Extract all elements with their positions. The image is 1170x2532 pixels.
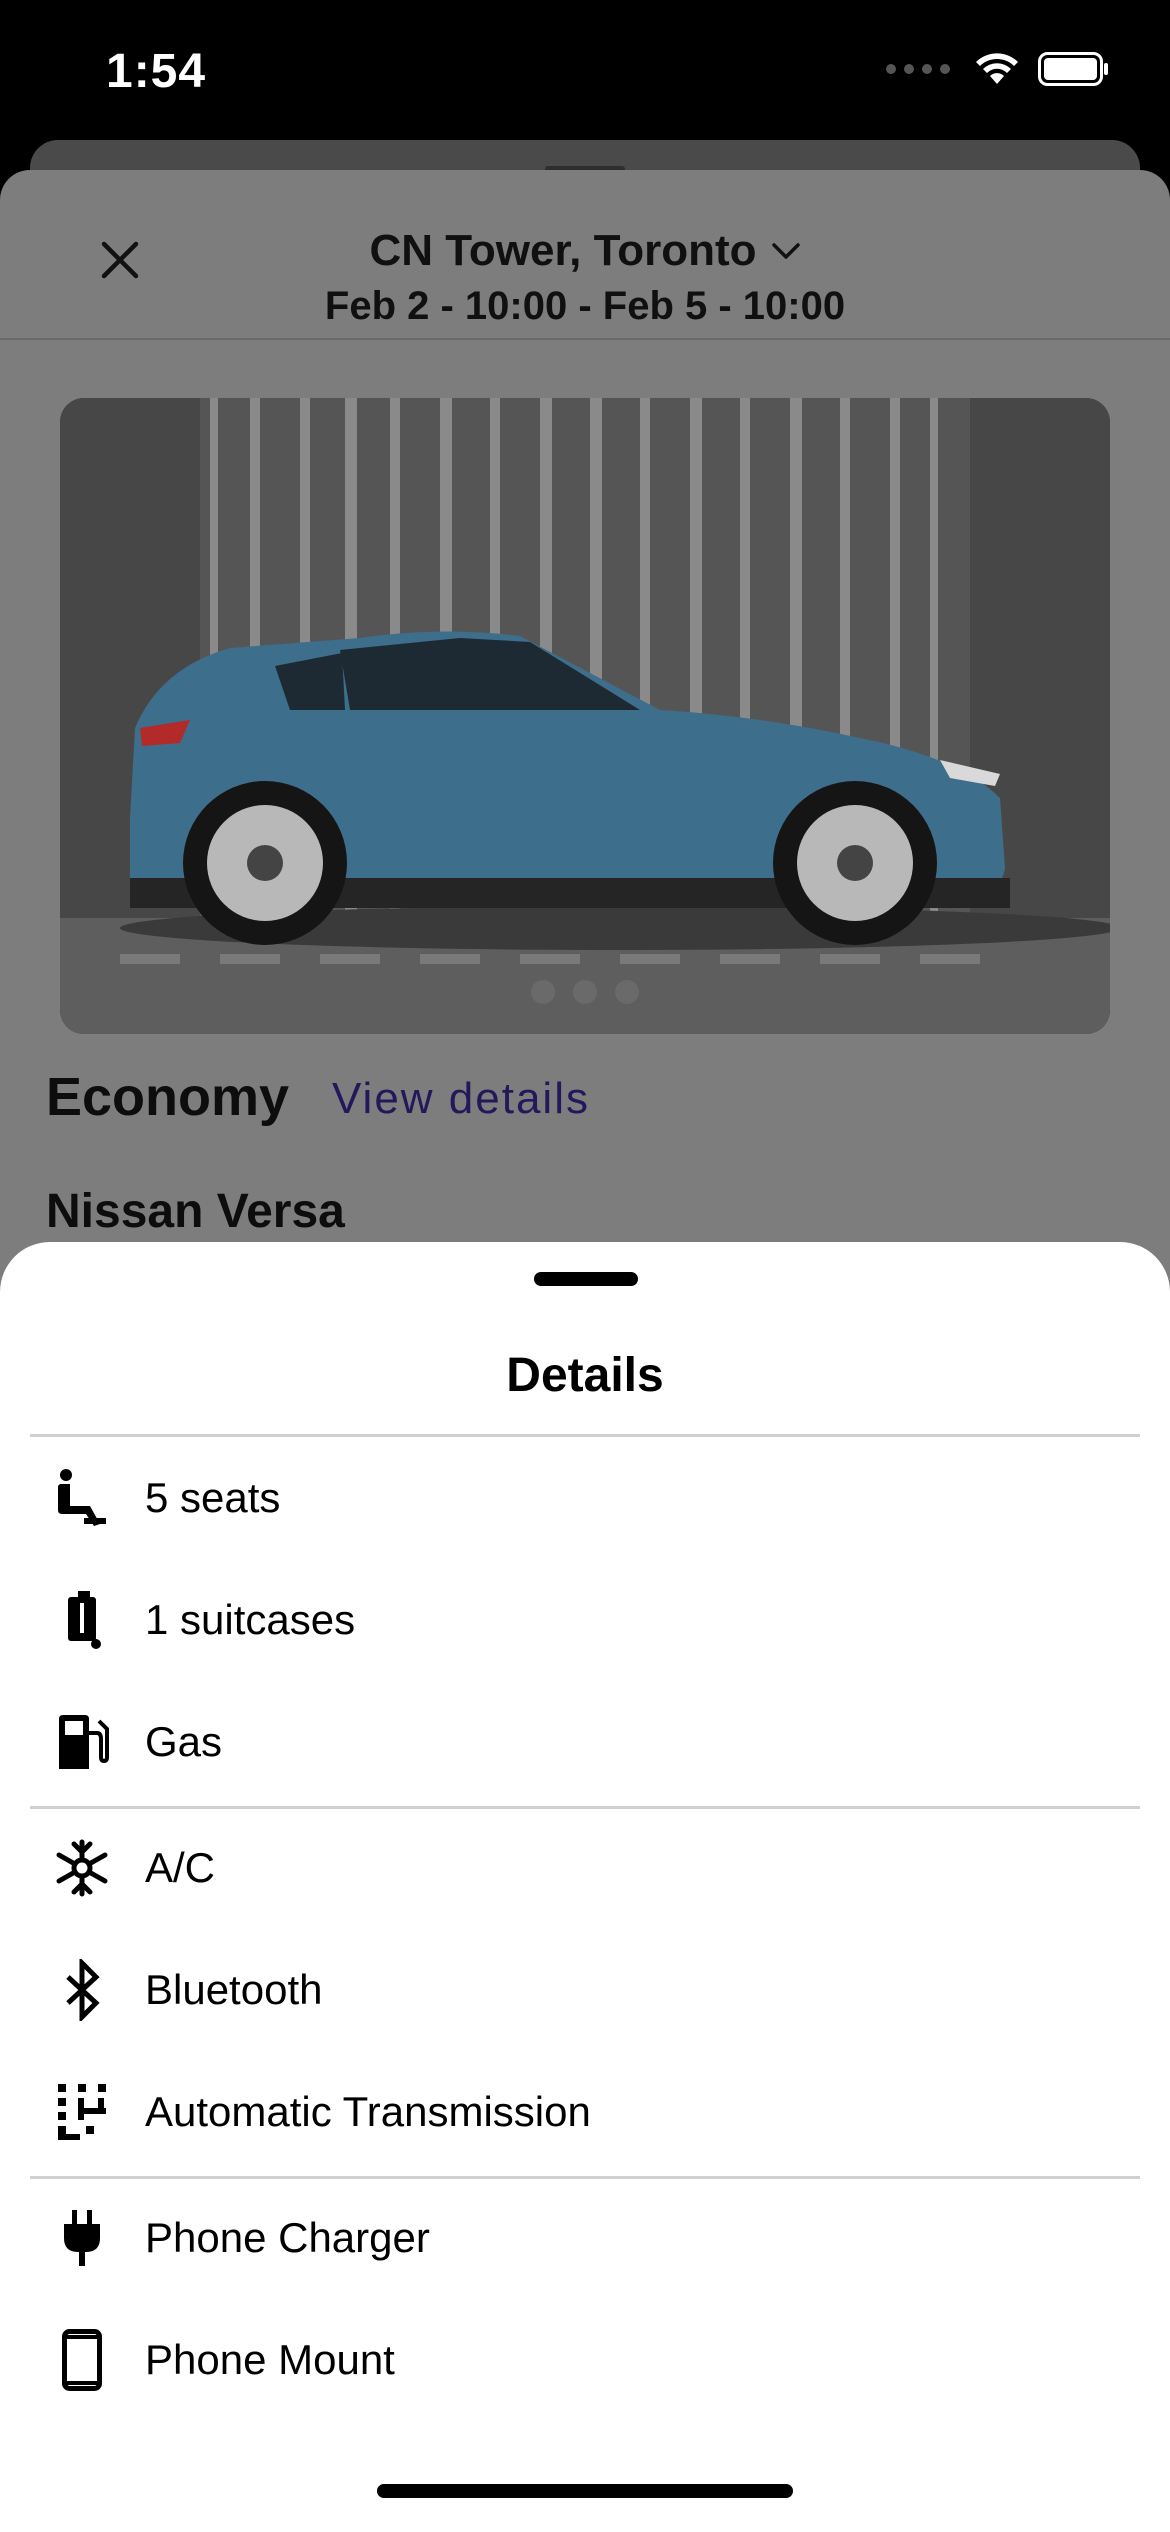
gear-shift-icon — [50, 2080, 114, 2144]
wifi-icon — [976, 53, 1018, 84]
section-divider — [30, 2176, 1140, 2179]
snowflake-icon — [50, 1836, 114, 1900]
bluetooth-icon — [50, 1958, 114, 2022]
vehicle-model: Nissan Versa — [46, 1185, 345, 1238]
feature-label: A/C — [145, 1844, 216, 1891]
view-details-link[interactable]: View details — [332, 1074, 590, 1124]
fuel-pump-icon — [50, 1710, 114, 1774]
section-divider — [30, 1434, 1140, 1437]
car-photo — [60, 398, 1110, 1034]
location-title: CN Tower, Toronto — [369, 226, 757, 275]
feature-label: 1 suitcases — [145, 1596, 356, 1643]
feature-label: 5 seats — [145, 1474, 281, 1521]
header-divider — [0, 338, 1170, 340]
feature-row-seats: 5 seats — [0, 1448, 1170, 1548]
feature-row-phone-mount: Phone Mount — [0, 2310, 1170, 2410]
trip-header[interactable]: CN Tower, Toronto Feb 2 - 10:00 - Feb 5 … — [0, 226, 1170, 329]
battery-icon — [1038, 52, 1108, 86]
seat-icon — [50, 1466, 114, 1530]
status-time: 1:54 — [106, 45, 207, 98]
details-title: Details — [506, 1349, 664, 1402]
feature-label: Bluetooth — [145, 1966, 323, 2013]
feature-row-fuel: Gas — [0, 1692, 1170, 1792]
details-bottom-sheet: Details 5 seats 1 suitcases Gas A/C Blue… — [0, 1242, 1170, 2532]
feature-row-transmission: Automatic Transmission — [0, 2062, 1170, 2162]
vehicle-image-carousel[interactable] — [60, 398, 1110, 1034]
status-bar: 1:54 — [0, 0, 1170, 140]
feature-label: Automatic Transmission — [145, 2088, 591, 2135]
feature-label: Gas — [145, 1718, 223, 1765]
phone-icon — [50, 2328, 114, 2392]
cellular-signal-icon — [886, 64, 950, 74]
status-indicators — [886, 52, 1110, 86]
section-divider — [30, 1806, 1140, 1809]
home-indicator[interactable] — [377, 2484, 793, 2498]
carousel-dot[interactable] — [615, 980, 639, 1004]
suitcase-icon — [50, 1588, 114, 1652]
feature-row-phone-charger: Phone Charger — [0, 2188, 1170, 2288]
feature-label: Phone Charger — [145, 2214, 430, 2261]
feature-row-ac: A/C — [0, 1818, 1170, 1918]
feature-row-suitcases: 1 suitcases — [0, 1570, 1170, 1670]
feature-label: Phone Mount — [145, 2336, 395, 2383]
carousel-dot[interactable] — [531, 980, 555, 1004]
sheet-grabber[interactable] — [534, 1272, 638, 1286]
carousel-page-indicator[interactable] — [60, 980, 1110, 1004]
vehicle-category: Economy — [46, 1067, 290, 1127]
chevron-down-icon — [771, 243, 800, 259]
feature-row-bluetooth: Bluetooth — [0, 1940, 1170, 2040]
carousel-dot[interactable] — [573, 980, 597, 1004]
plug-icon — [50, 2206, 114, 2270]
trip-dates: Feb 2 - 10:00 - Feb 5 - 10:00 — [324, 284, 846, 328]
